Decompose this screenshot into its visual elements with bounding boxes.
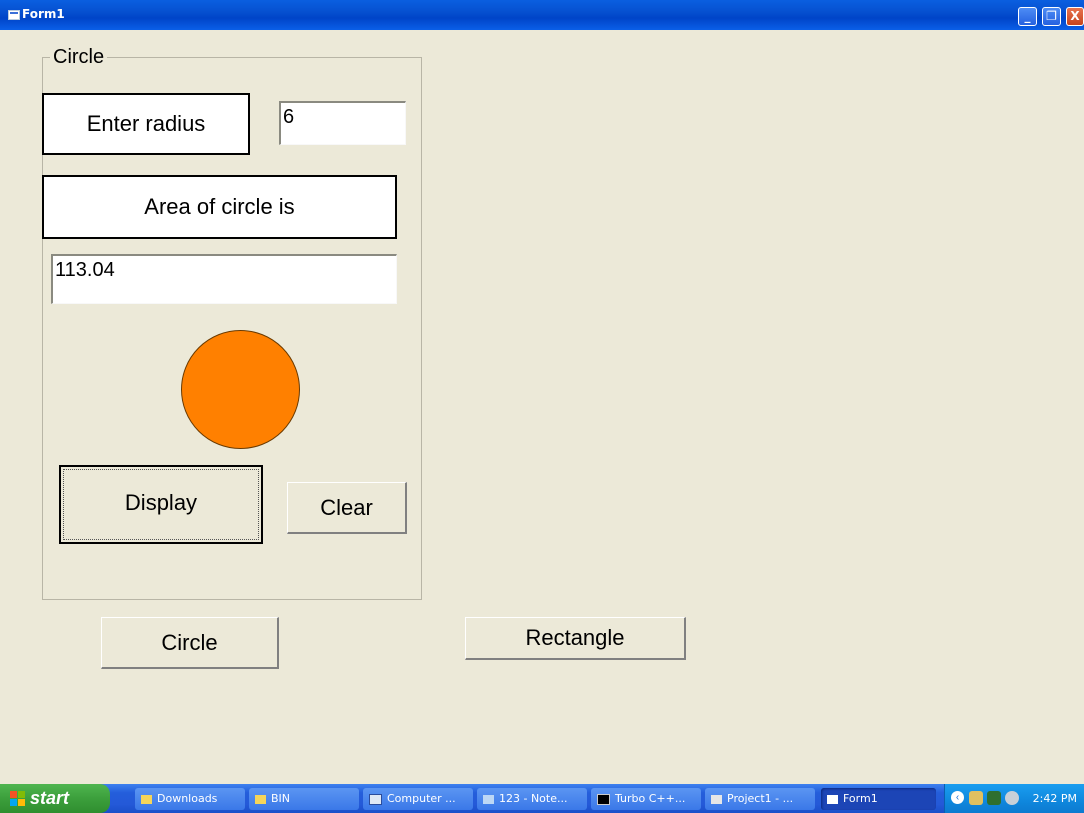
taskbar-item-label: Downloads	[157, 792, 218, 805]
taskbar-item-bin[interactable]: BIN	[249, 788, 359, 810]
form-icon	[827, 794, 838, 804]
notepad-icon	[483, 794, 494, 804]
restore-button[interactable]: ❐	[1042, 7, 1061, 26]
title-bar[interactable]: Form1 _ ❐ X	[0, 0, 1084, 30]
display-button-label: Display	[124, 490, 198, 515]
taskbar-item-label: Computer ...	[387, 792, 456, 805]
frame-caption: Circle	[50, 46, 108, 69]
start-button[interactable]: start	[0, 784, 110, 813]
close-button[interactable]: X	[1066, 7, 1084, 26]
vb-project-icon	[711, 794, 722, 804]
taskbar-item-label: Form1	[843, 792, 878, 805]
taskbar-item-project1[interactable]: Project1 - ...	[705, 788, 815, 810]
folder-icon	[255, 794, 266, 804]
display-button[interactable]: Display	[59, 465, 263, 544]
taskbar-item-label: Turbo C++...	[615, 792, 686, 805]
taskbar-item-label: Project1 - ...	[727, 792, 794, 805]
taskbar-item-form1[interactable]: Form1	[821, 788, 936, 810]
circle-shape	[181, 330, 300, 449]
area-label: Area of circle is	[42, 175, 397, 239]
circle-button[interactable]: Circle	[101, 617, 279, 669]
taskbar-item-computer[interactable]: Computer ...	[363, 788, 473, 810]
radius-label: Enter radius	[42, 93, 250, 155]
folder-icon	[141, 794, 152, 804]
clear-button[interactable]: Clear	[287, 482, 407, 534]
taskbar-item-label: BIN	[271, 792, 291, 805]
taskbar-item-label: 123 - Note...	[499, 792, 568, 805]
area-output[interactable]: 113.04	[51, 254, 397, 304]
radius-input[interactable]: 6	[279, 101, 406, 145]
clock: 2:42 PM	[1032, 792, 1077, 805]
minimize-button[interactable]: _	[1018, 7, 1037, 26]
document-icon	[369, 793, 382, 805]
system-tray: ‹ 2:42 PM	[944, 784, 1084, 813]
security-icon[interactable]	[987, 791, 1001, 805]
taskbar-item-downloads[interactable]: Downloads	[135, 788, 245, 810]
window-title: Form1	[22, 7, 65, 21]
taskbar-item-turbo-cpp[interactable]: Turbo C++...	[591, 788, 701, 810]
windows-logo-icon	[10, 791, 26, 807]
taskbar-item-notepad[interactable]: 123 - Note...	[477, 788, 587, 810]
taskbar: start Downloads BIN Computer ... 123 - N…	[0, 784, 1084, 813]
antivirus-icon[interactable]	[1005, 791, 1019, 805]
network-icon[interactable]	[969, 791, 983, 805]
console-icon	[597, 793, 610, 805]
show-hidden-icons-icon[interactable]: ‹	[951, 791, 964, 804]
form-icon	[8, 10, 20, 20]
rectangle-button[interactable]: Rectangle	[465, 617, 686, 660]
start-label: start	[30, 788, 70, 808]
